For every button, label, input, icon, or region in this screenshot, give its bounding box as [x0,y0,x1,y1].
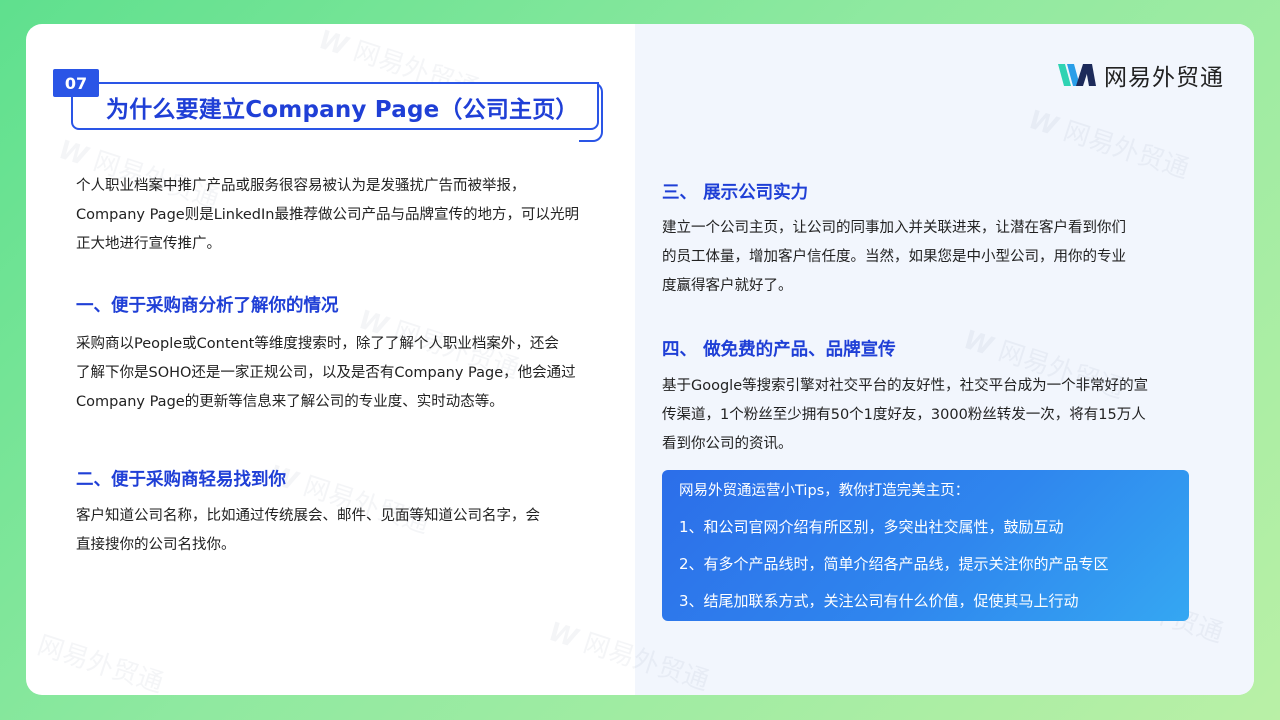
tips-box: 网易外贸通运营小Tips，教你打造完美主页： 1、和公司官网介绍有所区别，多突出… [662,470,1189,621]
point-heading-4: 四、 做免费的产品、品牌宣传 [662,340,896,360]
watermark: 网易外贸通 [33,630,167,695]
tips-title: 网易外贸通运营小Tips，教你打造完美主页： [679,483,970,499]
point-heading-1: 一、便于采购商分析了解你的情况 [76,296,339,316]
point-body-1: 采购商以People或Content等维度搜索时，除了了解个人职业档案外，还会 … [76,336,576,410]
point-heading-2: 二、便于采购商轻易找到你 [76,470,286,490]
tips-item: 3、结尾加联系方式，关注公司有什么价值，促使其马上行动 [679,592,1079,610]
point-body-3: 建立一个公司主页，让公司的同事加入并关联进来，让潜在客户看到你们 的员工体量，增… [662,220,1126,294]
brand-logo-icon [1058,64,1096,86]
brand-logo-text: 网易外贸通 [1104,65,1224,91]
intro-paragraph: 个人职业档案中推广产品或服务很容易被认为是发骚扰广告而被举报， Company … [76,178,579,252]
tips-item: 2、有多个产品线时，简单介绍各产品线，提示关注你的产品专区 [679,555,1109,573]
slide-card: W网易外贸通 W网易外贸通 W网易外贸通 W网易外贸通 W网易外贸通 W网易外贸… [26,24,1254,695]
tips-item: 1、和公司官网介绍有所区别，多突出社交属性，鼓励互动 [679,518,1064,536]
point-body-4: 基于Google等搜索引擎对社交平台的友好性，社交平台成为一个非常好的宣 传渠道… [662,378,1149,452]
page-title: 为什么要建立Company Page（公司主页） [106,97,579,123]
section-number-badge: 07 [53,69,99,97]
point-body-2: 客户知道公司名称，比如通过传统展会、邮件、见面等知道公司名字，会 直接搜你的公司… [76,508,540,553]
brand-logo: 网易外贸通 [1058,58,1224,92]
point-heading-3: 三、 展示公司实力 [662,183,809,203]
